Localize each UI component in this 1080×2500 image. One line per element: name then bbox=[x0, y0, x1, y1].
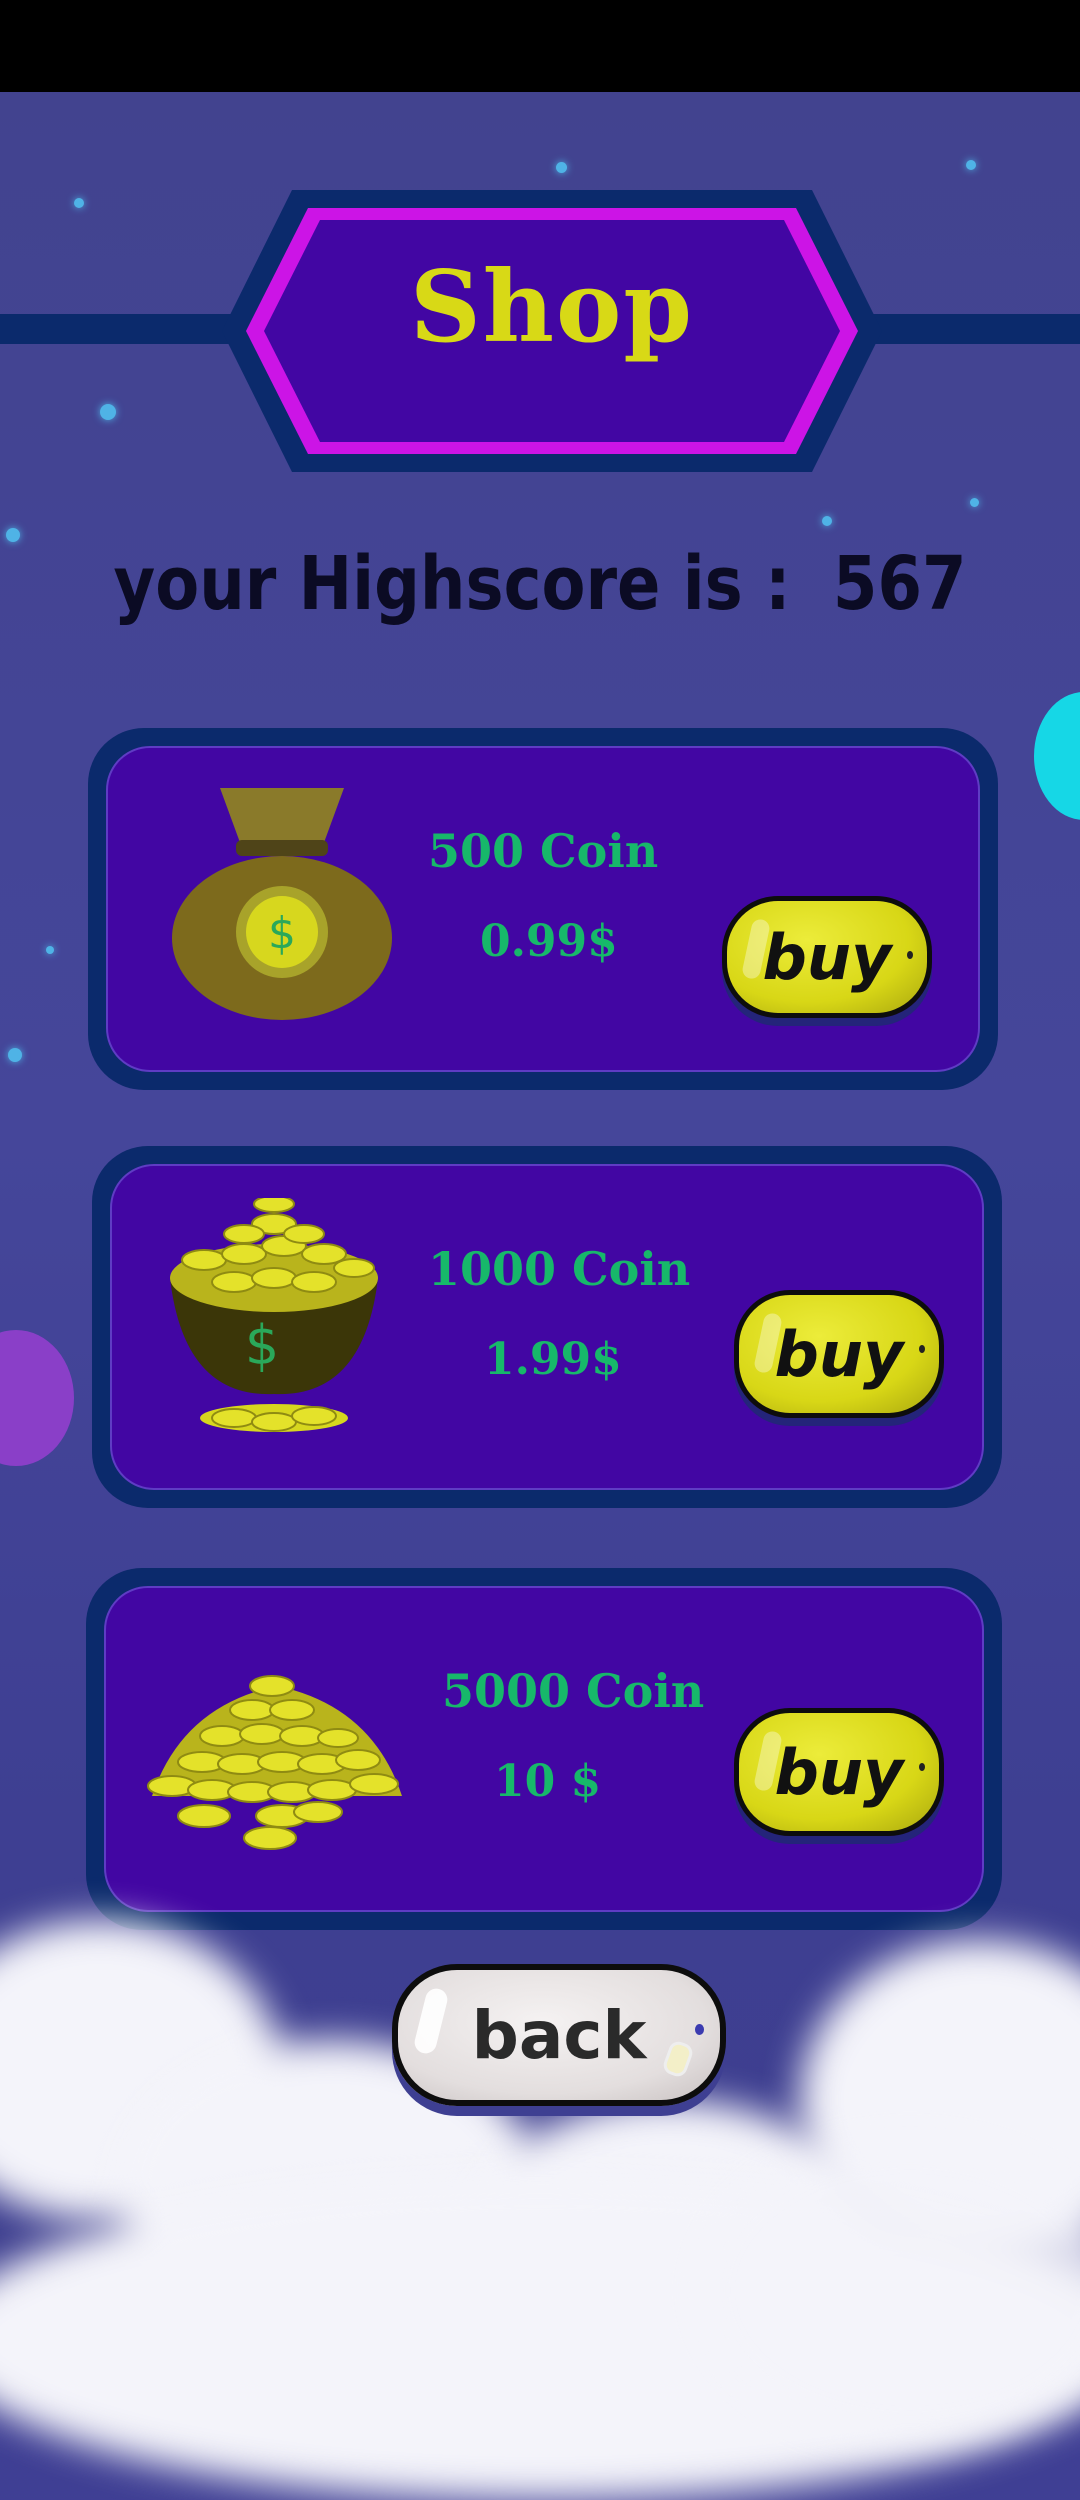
offer-coin-amount: 1000 Coin bbox=[428, 1242, 691, 1296]
star-decoration bbox=[8, 1048, 22, 1062]
star-decoration bbox=[970, 498, 979, 507]
star-decoration bbox=[100, 404, 116, 420]
star-decoration bbox=[556, 162, 567, 173]
buy-button-label: buy bbox=[762, 920, 892, 994]
buy-button-1000[interactable]: buy bbox=[734, 1290, 944, 1418]
offer-coin-amount: 5000 Coin bbox=[442, 1664, 705, 1718]
offer-card-500: $ 500 Coin 0.99$ buy bbox=[88, 728, 998, 1090]
star-decoration bbox=[46, 946, 54, 954]
offer-price: 0.99$ bbox=[480, 916, 618, 967]
shop-title: Shop bbox=[410, 250, 694, 365]
button-shine bbox=[412, 1986, 450, 2056]
offer-coin-amount: 500 Coin bbox=[428, 824, 659, 878]
button-dot bbox=[919, 1345, 925, 1353]
highscore-label: your Highscore is : bbox=[113, 542, 791, 628]
star-decoration bbox=[966, 160, 976, 170]
offer-card-5000: 5000 Coin 10 $ buy bbox=[86, 1568, 1002, 1930]
button-dot bbox=[919, 1763, 925, 1771]
status-bar bbox=[0, 0, 1080, 92]
buy-button-label: buy bbox=[774, 1735, 904, 1809]
offer-price: 10 $ bbox=[494, 1756, 602, 1807]
svg-text:$: $ bbox=[268, 908, 296, 959]
star-decoration bbox=[6, 528, 20, 542]
highscore-text: your Highscore is : 567 bbox=[0, 542, 1080, 627]
button-dot bbox=[695, 2024, 704, 2035]
back-button-label: back bbox=[471, 1996, 647, 2074]
clouds-decoration bbox=[0, 1880, 1080, 2500]
buy-button-500[interactable]: buy bbox=[722, 896, 932, 1018]
svg-text:$: $ bbox=[245, 1314, 279, 1377]
button-ring bbox=[660, 2038, 696, 2080]
star-decoration bbox=[822, 516, 832, 526]
buy-button-5000[interactable]: buy bbox=[734, 1708, 944, 1836]
offer-price: 1.99$ bbox=[484, 1334, 622, 1385]
highscore-value: 567 bbox=[832, 542, 967, 628]
coin-pot-icon: $ bbox=[170, 1198, 378, 1432]
buy-button-label: buy bbox=[774, 1317, 904, 1391]
coin-pile-icon bbox=[147, 1675, 402, 1850]
offer-card-1000: $ 1000 Coin 1.99$ buy bbox=[92, 1146, 1002, 1508]
coin-bag-icon: $ bbox=[172, 788, 392, 1020]
back-button[interactable]: back bbox=[392, 1964, 726, 2106]
shop-banner: Shop bbox=[222, 190, 882, 472]
button-dot bbox=[907, 951, 913, 959]
star-decoration bbox=[74, 198, 84, 208]
